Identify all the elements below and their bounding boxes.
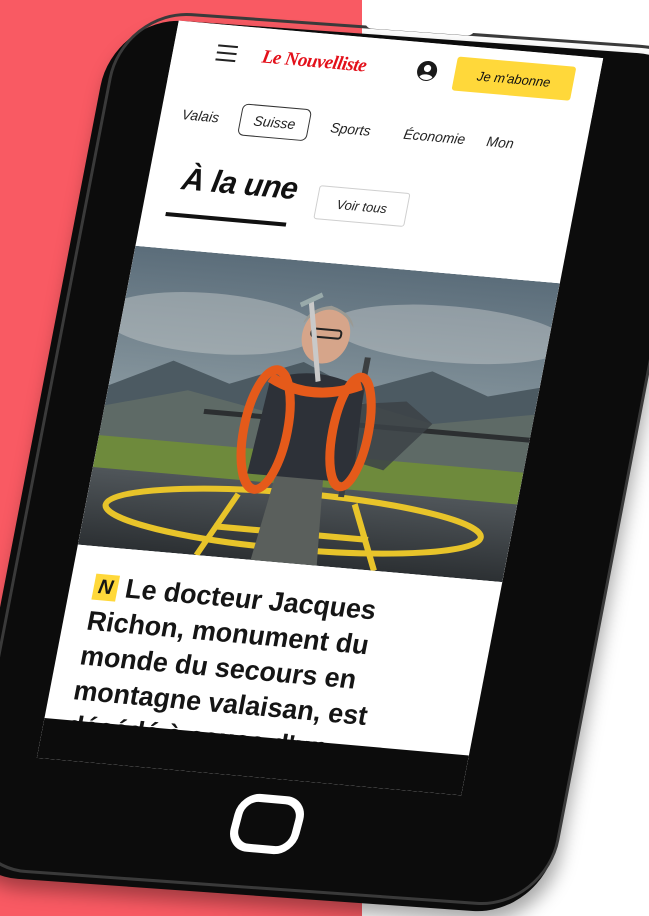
user-account-icon[interactable] [414, 59, 440, 83]
section-title: À la une [179, 161, 301, 207]
section-underline [165, 212, 287, 227]
phone-speaker [364, 14, 476, 36]
subscribe-button[interactable]: Je m'abonne [451, 56, 577, 101]
nouvelliste-premium-badge: N [91, 573, 121, 602]
site-logo[interactable]: Le Nouvelliste [260, 46, 368, 77]
promo-canvas: Le Nouvelliste Je m'abonne Valais Suisse… [0, 0, 649, 916]
tab-valais[interactable]: Valais [168, 97, 233, 134]
hamburger-menu-icon[interactable] [215, 44, 239, 63]
tab-sports[interactable]: Sports [316, 110, 385, 147]
article-hero-image[interactable] [77, 245, 560, 583]
tab-monde[interactable]: Mon [484, 125, 539, 161]
see-all-button[interactable]: Voir tous [313, 185, 411, 227]
tab-economie[interactable]: Économie [389, 117, 480, 156]
tab-suisse[interactable]: Suisse [237, 103, 313, 142]
